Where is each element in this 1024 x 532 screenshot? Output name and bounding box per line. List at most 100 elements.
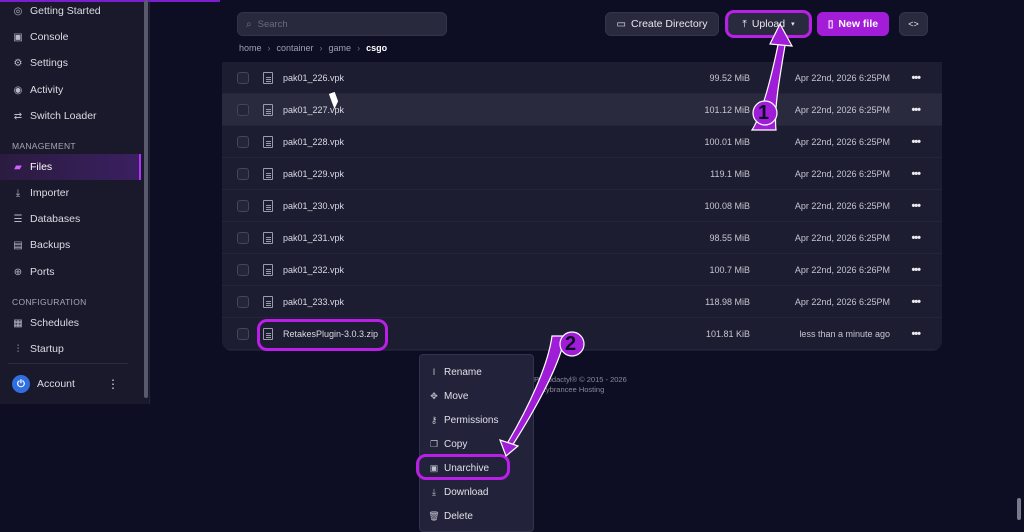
zip-file-highlight-ring	[257, 319, 388, 351]
section-management: MANAGEMENT	[12, 141, 76, 151]
account-button[interactable]: ⏻ Account ⋮	[0, 371, 141, 397]
search-box[interactable]: ⌕	[237, 12, 447, 36]
breadcrumb-game[interactable]: game	[329, 43, 352, 53]
create-directory-button[interactable]: ▭ Create Directory	[605, 12, 719, 36]
sidebar-item-label: Schedules	[30, 317, 80, 329]
sidebar-item-label: Switch Loader	[30, 110, 97, 122]
menu-item-rename[interactable]: I Rename	[420, 360, 533, 384]
sidebar-item-switch-loader[interactable]: ⇄ Switch Loader	[0, 103, 141, 129]
file-row[interactable]: pak01_231.vpk 98.55 MiB Apr 22nd, 2026 6:2…	[222, 222, 942, 254]
sidebar-item-startup[interactable]: ⫶ Startup	[0, 336, 141, 362]
file-row[interactable]: pak01_233.vpk 118.98 MiB Apr 22nd, 2026 6:…	[222, 286, 942, 318]
sidebar-item-importer[interactable]: ⤓ Importer	[0, 180, 141, 206]
chevron-right-icon: ›	[319, 43, 323, 53]
file-plus-icon: ▯	[827, 18, 834, 30]
row-menu-icon[interactable]: •••	[911, 168, 921, 180]
sidebar-item-activity[interactable]: ◉ Activity	[0, 77, 141, 103]
code-icon: <>	[908, 19, 919, 29]
sidebar-item-getting-started[interactable]: ◎ Getting Started	[0, 0, 141, 24]
sidebar-item-ports[interactable]: ⊕ Ports	[0, 259, 141, 285]
sidebar-item-settings[interactable]: ⚙ Settings	[0, 50, 141, 76]
copy-icon: ❐	[429, 438, 439, 449]
row-menu-icon[interactable]: •••	[911, 264, 921, 276]
row-menu-icon[interactable]: •••	[911, 136, 921, 148]
row-checkbox[interactable]	[237, 167, 249, 180]
menu-item-label: Rename	[444, 366, 482, 378]
row-checkbox[interactable]	[237, 71, 249, 84]
file-name[interactable]: pak01_230.vpk	[283, 201, 344, 211]
move-icon: ✥	[430, 390, 438, 401]
row-checkbox[interactable]	[237, 103, 249, 116]
row-checkbox[interactable]	[237, 295, 249, 308]
row-menu-icon[interactable]: •••	[911, 296, 921, 308]
annotation-number-2: 2	[565, 333, 577, 355]
row-checkbox[interactable]	[237, 199, 249, 212]
menu-item-move[interactable]: ✥ Move	[420, 384, 533, 408]
row-checkbox[interactable]	[237, 231, 249, 244]
file-modified: Apr 22nd, 2026 6:25PM	[794, 104, 890, 115]
file-row[interactable]: pak01_229.vpk 119.1 MiB Apr 22nd, 2026 6:2…	[222, 158, 942, 190]
sidebar-item-label: Ports	[30, 266, 55, 278]
file-row[interactable]: pak01_226.vpk 99.52 MiB Apr 22nd, 2026 6:2…	[222, 62, 942, 94]
file-size: 99.52 MiB	[709, 72, 750, 83]
row-menu-icon[interactable]: •••	[911, 104, 921, 116]
sidebar-item-schedules[interactable]: ▦ Schedules	[0, 310, 141, 336]
file-name[interactable]: pak01_228.vpk	[283, 137, 344, 147]
database-icon: ☰	[13, 213, 23, 225]
file-size: 101.81 KiB	[705, 328, 750, 339]
footer-copyright: Pterodactyl® © 2015 - 2026	[534, 375, 627, 384]
file-name[interactable]: pak01_226.vpk	[283, 73, 344, 83]
file-row[interactable]: pak01_228.vpk 100.01 MiB Apr 22nd, 2026 6:…	[222, 126, 942, 158]
file-name[interactable]: pak01_231.vpk	[283, 233, 344, 243]
breadcrumb-container[interactable]: container	[277, 43, 314, 53]
unarchive-highlight-ring	[416, 454, 510, 480]
gear-icon: ⚙	[13, 57, 23, 69]
power-icon: ⏻	[12, 375, 30, 393]
search-icon: ⌕	[246, 18, 252, 30]
file-icon	[263, 71, 273, 84]
sidebar-item-label: Backups	[30, 239, 71, 251]
file-name[interactable]: pak01_229.vpk	[283, 169, 344, 179]
sidebar-item-console[interactable]: ▣ Console	[0, 24, 141, 50]
new-file-button[interactable]: ▯ New file	[817, 12, 889, 36]
sidebar-scrollbar[interactable]	[144, 0, 148, 398]
sidebar-item-backups[interactable]: ▤ Backups	[0, 232, 141, 258]
file-size: 101.12 MiB	[704, 104, 750, 115]
sidebar-item-databases[interactable]: ☰ Databases	[0, 206, 141, 232]
menu-item-label: Move	[444, 390, 469, 402]
row-checkbox[interactable]	[237, 263, 249, 276]
file-modified: Apr 22nd, 2026 6:25PM	[794, 232, 890, 243]
row-checkbox[interactable]	[237, 327, 249, 340]
text-cursor-icon: I	[432, 367, 436, 377]
row-menu-icon[interactable]: •••	[911, 200, 921, 212]
file-row[interactable]: pak01_232.vpk 100.7 MiB Apr 22nd, 2026 6:2…	[222, 254, 942, 286]
file-row[interactable]: pak01_230.vpk 100.08 MiB Apr 22nd, 2026 6:…	[222, 190, 942, 222]
row-menu-icon[interactable]: •••	[911, 232, 921, 244]
kebab-menu-icon[interactable]: ⋮	[107, 377, 119, 391]
sidebar-item-label: Getting Started	[30, 5, 101, 17]
section-configuration: CONFIGURATION	[12, 297, 87, 307]
menu-item-delete[interactable]: 🗑 Delete	[420, 504, 533, 528]
menu-item-label: Permissions	[444, 414, 499, 426]
breadcrumb-home[interactable]: home	[239, 43, 262, 53]
file-modified: Apr 22nd, 2026 6:25PM	[794, 296, 890, 307]
search-input[interactable]	[257, 18, 428, 30]
page-scrollbar[interactable]	[1017, 498, 1021, 520]
menu-item-label: Delete	[444, 510, 473, 522]
upload-highlight-ring	[725, 10, 812, 38]
row-menu-icon[interactable]: •••	[911, 328, 921, 340]
menu-item-copy[interactable]: ❐ Copy	[420, 432, 533, 456]
code-toggle-button[interactable]: <>	[899, 12, 928, 36]
row-menu-icon[interactable]: •••	[911, 72, 921, 84]
menu-item-permissions[interactable]: ⚷ Permissions	[420, 408, 533, 432]
file-icon	[263, 263, 273, 276]
menu-item-label: Download	[444, 486, 489, 498]
sidebar-item-label: Settings	[30, 57, 68, 69]
globe-icon: ⊕	[13, 266, 23, 278]
file-name[interactable]: pak01_233.vpk	[283, 297, 344, 307]
row-checkbox[interactable]	[237, 135, 249, 148]
file-name[interactable]: pak01_232.vpk	[283, 265, 344, 275]
menu-item-download[interactable]: ⤓ Download	[420, 480, 533, 504]
sliders-icon: ⫶	[16, 343, 20, 355]
sidebar-item-files[interactable]: ▰ Files	[0, 154, 141, 180]
